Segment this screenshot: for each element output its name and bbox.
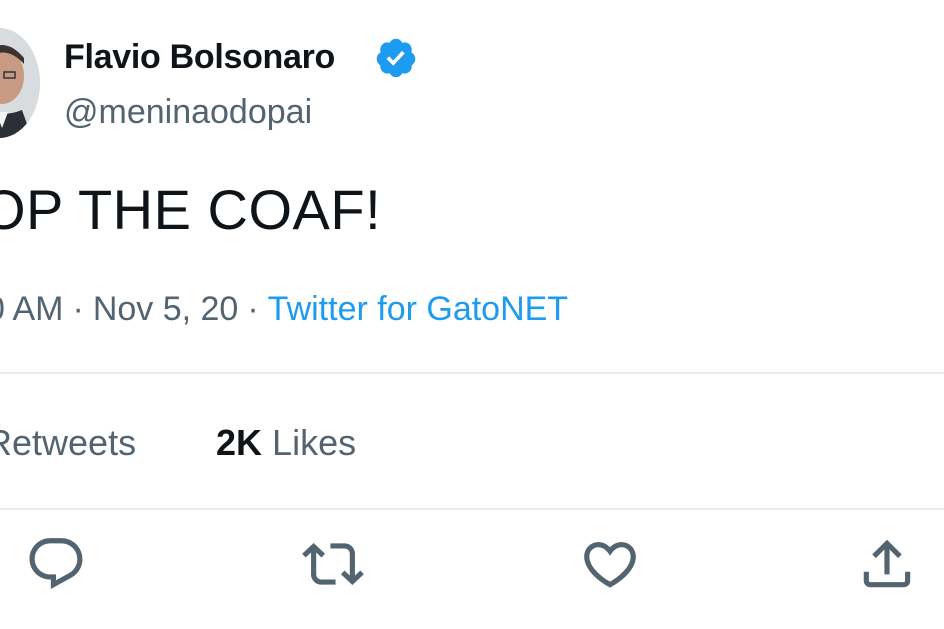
retweets-stat[interactable]: Retweets bbox=[0, 422, 136, 464]
tweet-text: OP THE COAF! bbox=[0, 178, 382, 241]
tweet-meta: 0 AM·Nov 5, 20·Twitter for GatoNET bbox=[0, 290, 568, 329]
share-button[interactable] bbox=[856, 533, 918, 595]
likes-label: Likes bbox=[272, 422, 357, 463]
tweet-time[interactable]: 0 AM bbox=[0, 290, 63, 328]
author-handle[interactable]: @meninaodopai bbox=[64, 93, 312, 132]
retweets-label: Retweets bbox=[0, 422, 137, 463]
likes-stat[interactable]: 2K Likes bbox=[216, 422, 356, 464]
divider bbox=[0, 372, 944, 374]
meta-separator: · bbox=[247, 290, 259, 328]
verified-badge-icon bbox=[374, 36, 418, 80]
tweet-date[interactable]: Nov 5, 20 bbox=[93, 290, 239, 328]
share-icon bbox=[863, 539, 911, 588]
retweet-icon bbox=[302, 543, 364, 585]
divider bbox=[0, 508, 944, 510]
like-button[interactable] bbox=[579, 533, 641, 595]
meta-separator: · bbox=[72, 290, 84, 328]
reply-icon bbox=[29, 538, 83, 590]
avatar[interactable] bbox=[0, 28, 40, 138]
reply-button[interactable] bbox=[25, 533, 87, 595]
retweet-button[interactable] bbox=[302, 533, 364, 595]
author-display-name[interactable]: Flavio Bolsonaro bbox=[64, 38, 335, 77]
heart-icon bbox=[584, 542, 636, 588]
tweet-source-link[interactable]: Twitter for GatoNET bbox=[268, 290, 568, 328]
likes-count: 2K bbox=[216, 422, 263, 463]
